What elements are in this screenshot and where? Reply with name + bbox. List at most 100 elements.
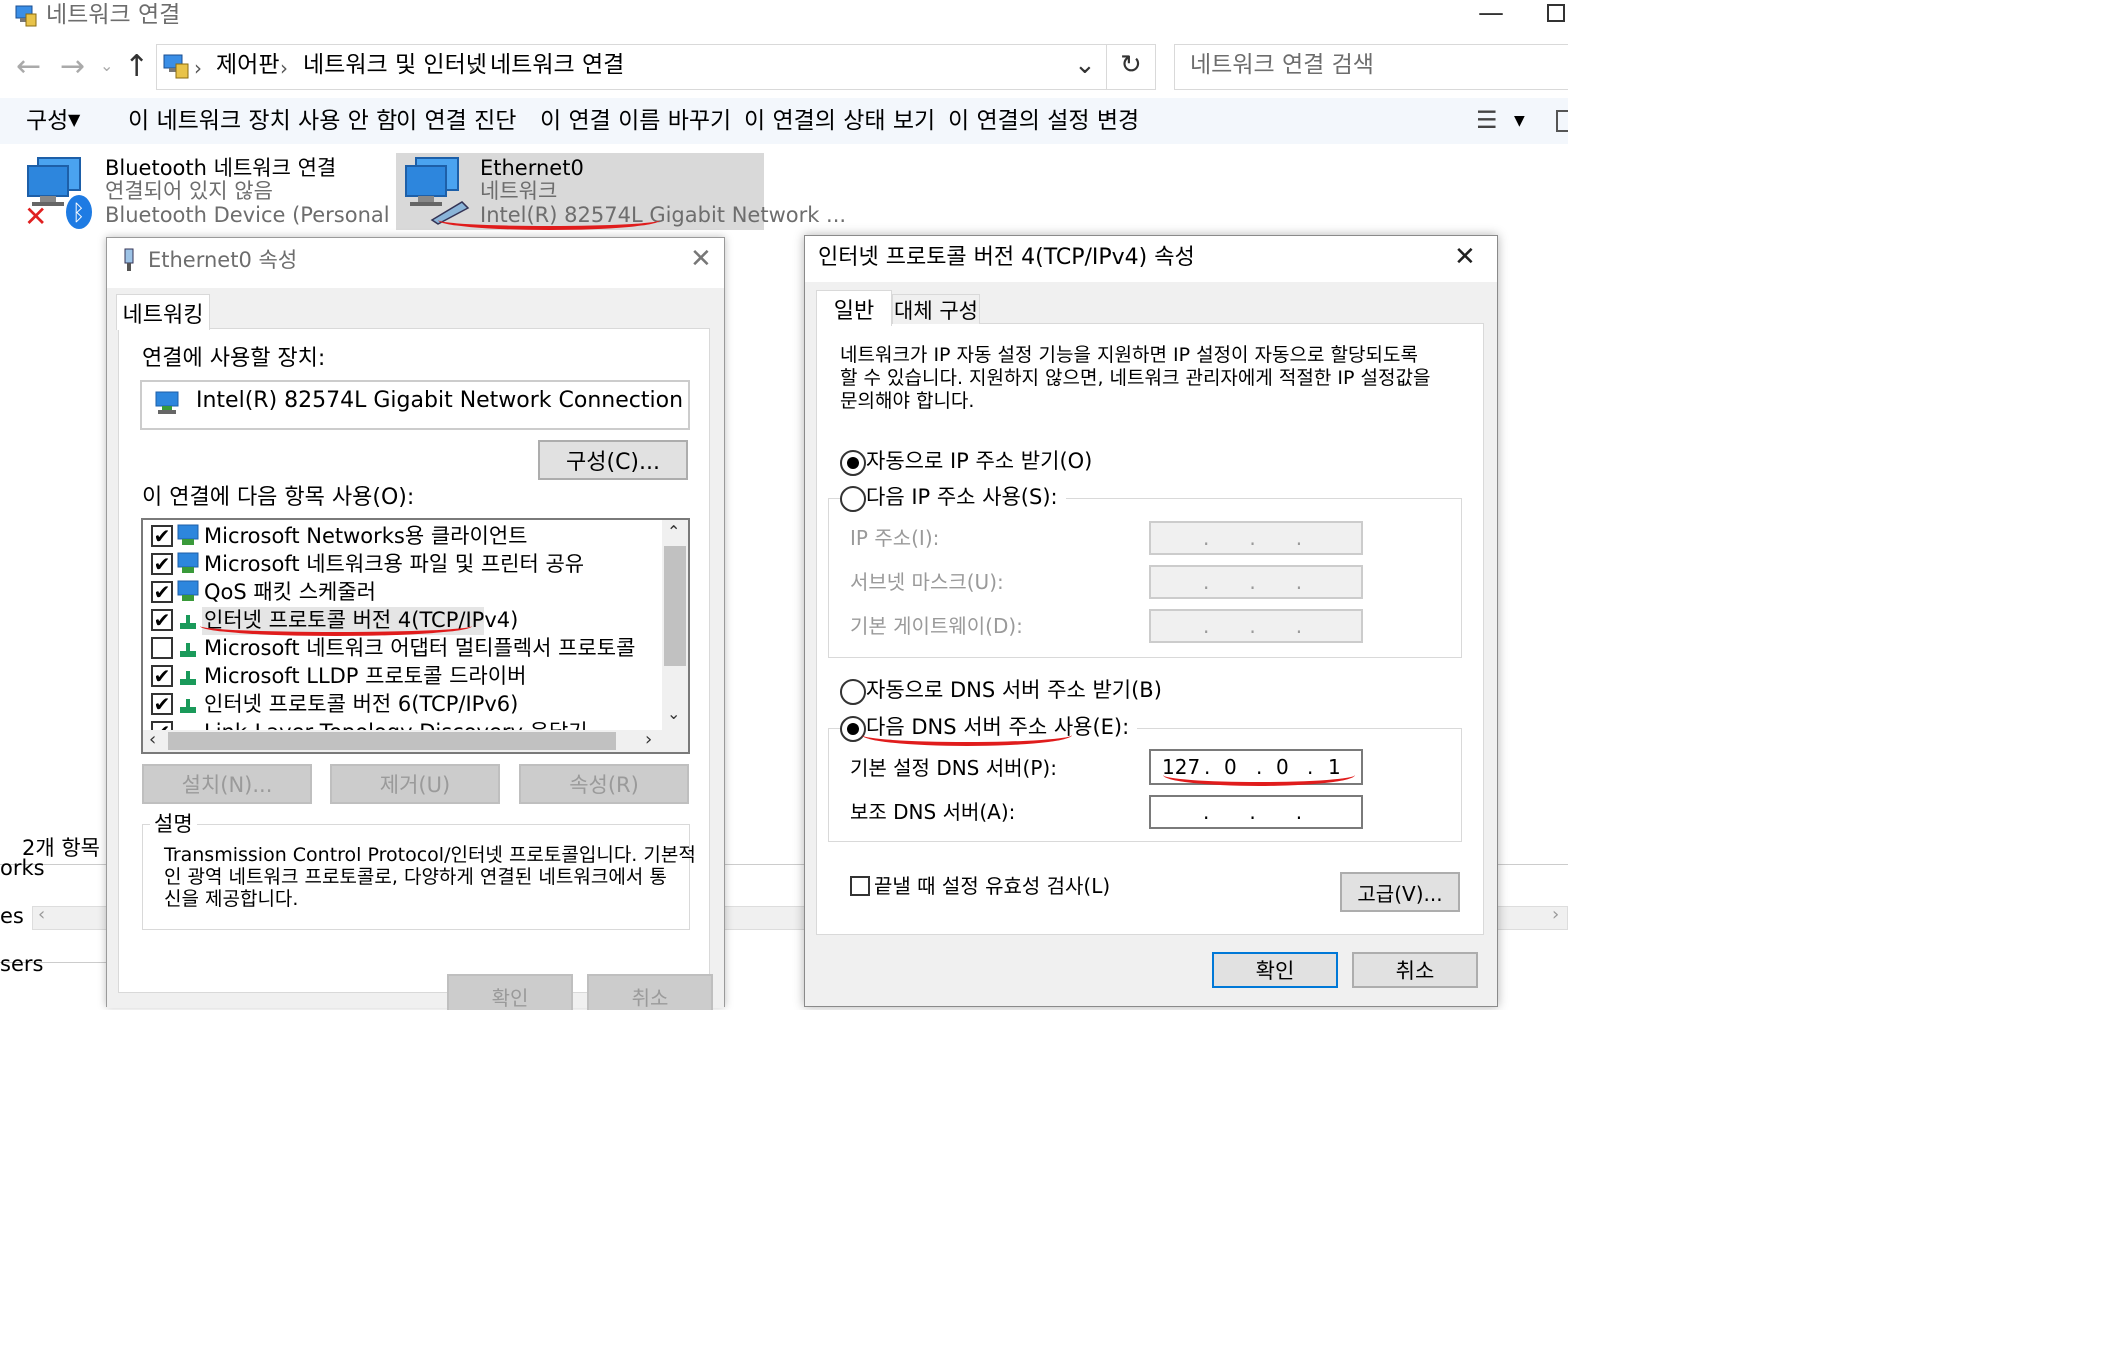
bg-label: es [0,904,24,928]
protocol-icon [178,667,198,687]
item-checkbox[interactable]: ✔ [151,721,173,730]
ipv4-dialog-title: 인터넷 프로토콜 버전 4(TCP/IPv4) 속성 [818,245,1195,270]
protocol-icon [178,639,198,659]
validate-checkbox[interactable] [850,876,870,896]
toolbar-change-settings[interactable]: 이 연결의 설정 변경 [948,110,1139,133]
auto-dns-radio[interactable] [840,679,866,705]
tab-alternate-config[interactable]: 대체 구성 [892,294,980,324]
cancel-button[interactable]: 취소 [587,974,713,1014]
items-hscrollbar-thumb[interactable] [168,732,616,750]
toolbar-rename[interactable]: 이 연결 이름 바꾸기 [540,110,731,133]
list-item[interactable]: ✔ Microsoft Networks용 클라이언트 [146,523,658,551]
cancel-button[interactable]: 취소 [1352,952,1478,988]
item-checkbox[interactable]: ✔ [151,525,173,547]
description-text: Transmission Control Protocol/인터넷 프로토콜입니… [164,844,696,866]
breadcrumb-sep-icon: › [468,56,476,80]
list-item[interactable]: ✔ QoS 패킷 스케줄러 [146,579,658,607]
view-options-icon[interactable]: ☰ [1476,108,1498,132]
refresh-icon[interactable]: ↻ [1120,52,1142,78]
intro-text: 문의해야 합니다. [840,390,975,412]
scroll-left-icon[interactable]: ‹ [149,731,156,749]
item-checkbox[interactable]: ✔ [151,581,173,603]
up-icon[interactable]: ↑ [124,52,149,82]
breadcrumb-item-network-connections[interactable]: 네트워크 연결 [490,54,624,77]
toolbar-disable-device[interactable]: 이 네트워크 장치 사용 안 함 [128,110,397,133]
manual-ip-radio[interactable] [840,486,866,512]
connect-using-label: 연결에 사용할 장치: [142,346,326,371]
protocol-icon [178,611,198,631]
bg-scroll-left-icon: ‹ [38,904,46,925]
address-dropdown-icon[interactable]: ⌄ [1074,52,1096,78]
item-checkbox[interactable]: ✔ [151,665,173,687]
validate-label[interactable]: 끝낼 때 설정 유효성 검사(L) [874,876,1110,896]
toolbar-view-status[interactable]: 이 연결의 상태 보기 [744,110,935,133]
file-share-icon [176,551,200,575]
advanced-button[interactable]: 고급(V)... [1340,872,1460,912]
address-divider [1106,44,1107,90]
ok-button[interactable]: 확인 [1212,952,1338,988]
list-item[interactable]: ✔ Microsoft 네트워크용 파일 및 프린터 공유 [146,551,658,579]
organize-dropdown-icon[interactable]: ▼ [68,112,80,128]
description-text: 신을 제공합니다. [164,888,299,910]
subnet-dots: ... [1203,570,1343,594]
item-checkbox[interactable]: ✔ [151,609,173,631]
item-label: Microsoft 네트워크 어댑터 멀티플렉서 프로토콜 [204,636,636,660]
list-item[interactable]: ✔ Microsoft LLDP 프로토콜 드라이버 [146,663,658,691]
list-item[interactable]: ✔ 인터넷 프로토콜 버전 6(TCP/IPv6) [146,691,658,719]
client-icon [176,523,200,547]
view-dropdown-icon[interactable]: ▼ [1514,114,1525,128]
ok-button[interactable]: 확인 [447,974,573,1014]
remove-button[interactable]: 제거(U) [330,764,500,804]
protocol-icon [178,695,198,715]
auto-dns-label[interactable]: 자동으로 DNS 서버 주소 받기(B) [866,680,1162,701]
item-checkbox[interactable]: ✔ [151,693,173,715]
window-icon [14,4,38,28]
back-icon[interactable]: ← [16,52,41,82]
breadcrumb-sep-icon: › [194,56,202,80]
breadcrumb-item-network-internet[interactable]: 네트워크 및 인터넷 [303,54,487,77]
item-label: Microsoft LLDP 프로토콜 드라이버 [204,664,527,688]
organize-menu[interactable]: 구성 [26,110,68,133]
list-item[interactable]: Microsoft 네트워크 어댑터 멀티플렉서 프로토콜 [146,635,658,663]
list-item[interactable]: ✔ Link-Layer Topology Discovery 응답기 [146,719,658,730]
maximize-icon[interactable] [1547,4,1565,22]
auto-ip-label[interactable]: 자동으로 IP 주소 받기(O) [866,451,1092,472]
close-icon[interactable]: ✕ [1454,244,1476,270]
manual-ip-label[interactable]: 다음 IP 주소 사용(S): [866,487,1066,508]
bluetooth-connection-name: Bluetooth 네트워크 연결 [105,156,337,180]
bg-label: sers [0,952,44,976]
item-label: Link-Layer Topology Discovery 응답기 [204,722,588,731]
toolbar-diagnose[interactable]: 이 연결 진단 [396,110,516,133]
item-label: Microsoft 네트워크용 파일 및 프린터 공유 [204,552,585,576]
auto-ip-radio[interactable] [840,450,866,476]
forward-icon[interactable]: → [60,52,85,82]
bg-window-edge [1568,0,2126,1352]
items-scrollbar-thumb[interactable] [664,546,686,666]
properties-button[interactable]: 속성(R) [519,764,689,804]
tab-networking[interactable]: 네트워킹 [116,294,210,330]
scroll-right-icon[interactable]: › [645,731,652,749]
svg-text:✕: ✕ [24,200,47,230]
recent-dropdown-icon[interactable]: ⌄ [100,58,113,74]
svg-text:ᛒ: ᛒ [72,201,85,226]
configure-button[interactable]: 구성(C)... [538,440,688,480]
item-checkbox[interactable]: ✔ [151,553,173,575]
scroll-up-icon[interactable]: ⌃ [667,524,680,540]
adapter-name: Intel(R) 82574L Gigabit Network Connecti… [196,388,684,413]
intro-text: 할 수 있습니다. 지원하지 않으면, 네트워크 관리자에게 적절한 IP 설정… [840,367,1431,389]
alt-dns-dots: ... [1203,800,1343,824]
item-label: 인터넷 프로토콜 버전 6(TCP/IPv6) [204,692,519,716]
close-icon[interactable]: ✕ [690,246,712,272]
red-underline-annotation [200,616,472,636]
preferred-dns-label: 기본 설정 DNS 서버(P): [850,756,1057,780]
tab-general[interactable]: 일반 [816,290,892,326]
search-input[interactable]: 네트워크 연결 검색 [1190,54,1374,77]
install-button[interactable]: 설치(N)... [142,764,312,804]
breadcrumb-item-control-panel[interactable]: 제어판 [216,54,279,77]
ip-dots: ... [1203,526,1343,550]
item-checkbox[interactable] [151,637,173,659]
scroll-down-icon[interactable]: ⌄ [667,706,680,722]
minimize-icon[interactable]: — [1478,0,1504,26]
ethernet-connection-status: 네트워크 [480,179,558,203]
items-label: 이 연결에 다음 항목 사용(O): [142,485,415,510]
